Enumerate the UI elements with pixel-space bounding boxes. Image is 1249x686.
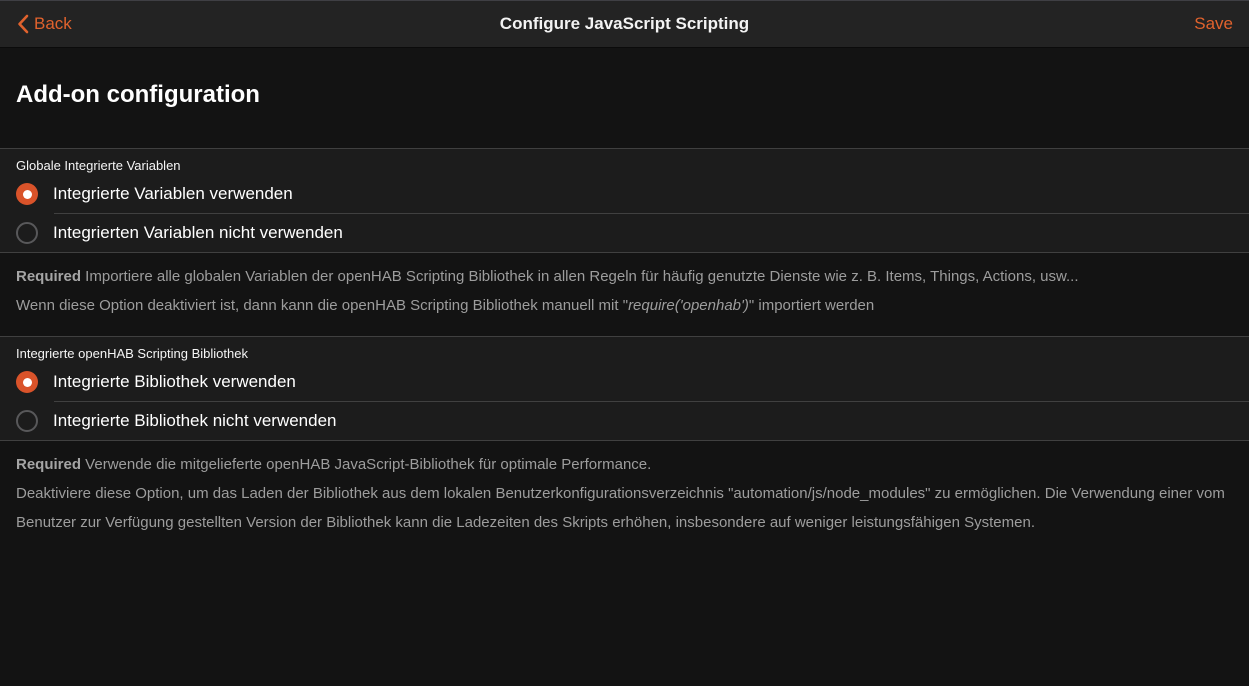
radio-option-dont-use-builtin-variables[interactable]: Integrierten Variablen nicht verwenden bbox=[0, 214, 1249, 252]
page-title: Configure JavaScript Scripting bbox=[0, 14, 1249, 34]
radio-option-dont-use-builtin-library[interactable]: Integrierte Bibliothek nicht verwenden bbox=[0, 402, 1249, 440]
config-block-label: Integrierte openHAB Scripting Bibliothek bbox=[0, 344, 1249, 363]
save-button[interactable]: Save bbox=[1194, 14, 1233, 34]
back-button[interactable]: Back bbox=[16, 14, 72, 34]
radio-selected-icon[interactable] bbox=[16, 183, 38, 205]
config-block-global-variables: Globale Integrierte Variablen Integriert… bbox=[0, 148, 1249, 253]
description-text: Wenn diese Option deaktiviert ist, dann … bbox=[16, 297, 628, 314]
description-text: " importiert werden bbox=[749, 297, 874, 314]
description-text: Verwende die mitgelieferte openHAB JavaS… bbox=[81, 456, 651, 473]
navbar: Back Configure JavaScript Scripting Save bbox=[0, 0, 1249, 48]
config-block-label: Globale Integrierte Variablen bbox=[0, 156, 1249, 175]
config-block-scripting-library: Integrierte openHAB Scripting Bibliothek… bbox=[0, 336, 1249, 441]
radio-unselected-icon[interactable] bbox=[16, 222, 38, 244]
required-label: Required bbox=[16, 268, 81, 285]
radio-option-label: Integrierte Bibliothek nicht verwenden bbox=[53, 411, 337, 431]
radio-option-use-builtin-variables[interactable]: Integrierte Variablen verwenden bbox=[0, 175, 1249, 213]
required-label: Required bbox=[16, 456, 81, 473]
radio-option-label: Integrierte Bibliothek verwenden bbox=[53, 372, 296, 392]
radio-selected-icon[interactable] bbox=[16, 371, 38, 393]
page-content: Add-on configuration Globale Integrierte… bbox=[0, 78, 1249, 537]
radio-unselected-icon[interactable] bbox=[16, 410, 38, 432]
config-description-scripting-library: Required Verwende die mitgelieferte open… bbox=[16, 450, 1233, 537]
description-text: Importiere alle globalen Variablen der o… bbox=[81, 268, 1079, 285]
radio-option-label: Integrierten Variablen nicht verwenden bbox=[53, 223, 343, 243]
code-snippet: require('openhab') bbox=[628, 297, 749, 314]
back-button-label: Back bbox=[34, 14, 72, 34]
addon-configuration-heading: Add-on configuration bbox=[16, 78, 1233, 112]
radio-option-use-builtin-library[interactable]: Integrierte Bibliothek verwenden bbox=[0, 363, 1249, 401]
radio-option-label: Integrierte Variablen verwenden bbox=[53, 184, 293, 204]
config-description-global-variables: Required Importiere alle globalen Variab… bbox=[16, 262, 1233, 320]
description-text: Deaktiviere diese Option, um das Laden d… bbox=[16, 485, 1225, 531]
back-chevron-icon bbox=[16, 14, 29, 34]
